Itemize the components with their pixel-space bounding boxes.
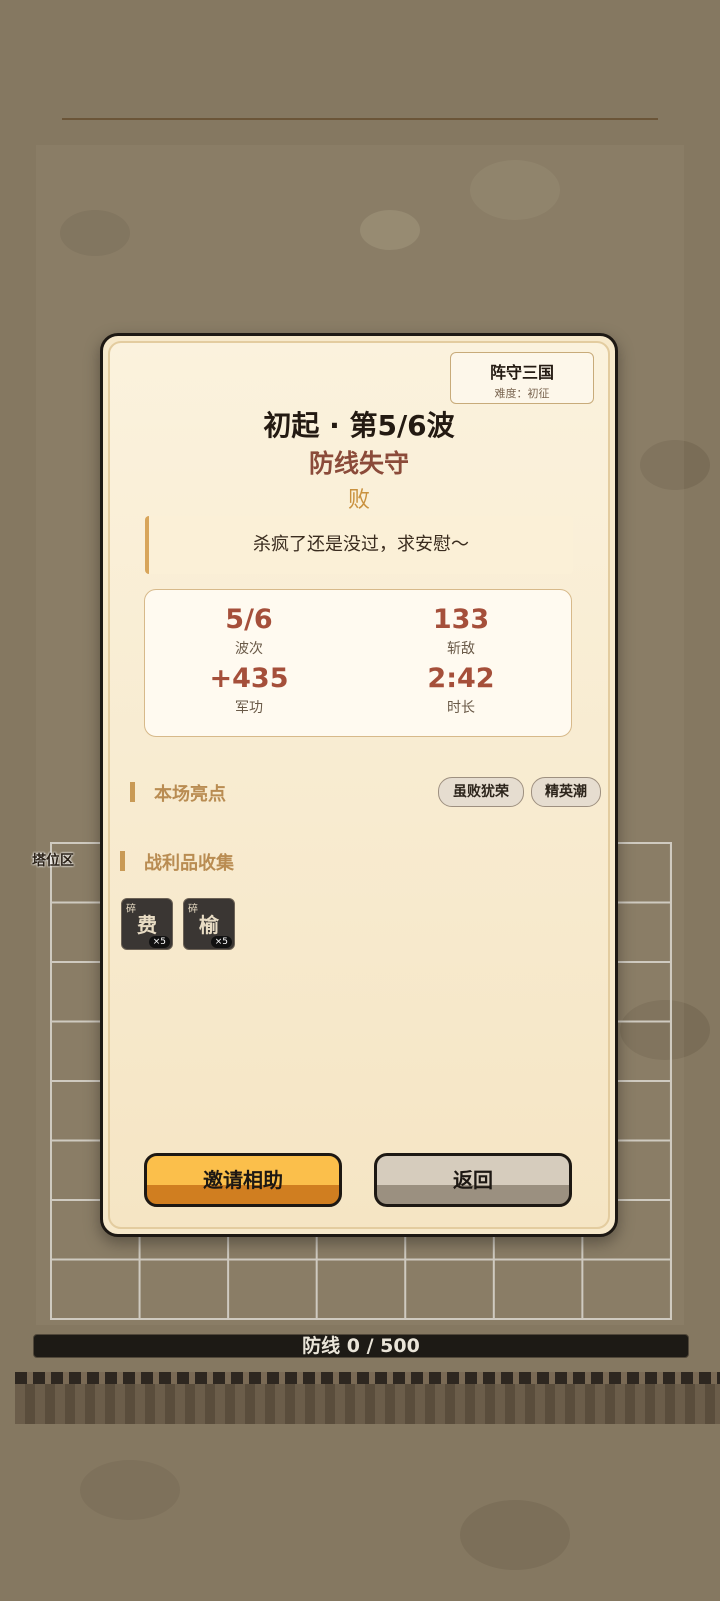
stat-label: 波次 — [235, 641, 263, 657]
loot-glyph: 费 — [137, 913, 157, 937]
stat-duration: 2:42 时长 — [361, 663, 561, 717]
game-badge: 阵守三国 难度：初征 — [450, 352, 594, 404]
stat-label: 时长 — [447, 700, 475, 716]
invite-button[interactable]: 邀请相助 — [144, 1153, 342, 1207]
result-subtitle: 防线失守 — [308, 449, 409, 478]
stat-merit: +435 军功 — [149, 663, 349, 717]
stat-wave: 5/6 波次 — [149, 604, 349, 658]
stat-kills: 133 斩敌 — [361, 604, 561, 658]
result-label: 败 — [347, 488, 370, 513]
city-wall-battlements — [15, 1372, 720, 1384]
stat-value: +435 — [209, 663, 289, 694]
highlights-heading: 本场亮点 — [130, 780, 226, 806]
back-button[interactable]: 返回 — [374, 1153, 572, 1207]
game-name: 阵守三国 — [489, 363, 554, 382]
stat-label: 军功 — [235, 700, 263, 716]
loot-count: ×5 — [210, 936, 232, 948]
highlight-tag: 精英潮 — [531, 777, 601, 807]
loot-heading: 战利品收集 — [120, 849, 234, 875]
defense-progress-bar: 防线 0 / 500 — [33, 1334, 689, 1358]
highlight-tag: 虽败犹荣 — [438, 777, 524, 807]
stat-value: 2:42 — [427, 663, 495, 694]
loot-count: ×5 — [148, 936, 170, 948]
stat-value: 133 — [432, 604, 490, 635]
tower-zone-label: 塔位区 — [32, 853, 74, 869]
stats-panel: 5/6 波次 133 斩敌 +435 军功 2:42 时长 — [144, 589, 572, 737]
loot-glyph: 榆 — [199, 913, 219, 937]
defense-progress-text: 防线 0 / 500 — [302, 1335, 420, 1357]
loot-item[interactable]: 碎 费 ×5 — [121, 898, 173, 950]
top-divider — [62, 118, 658, 120]
bg-blob — [80, 1460, 180, 1520]
stat-label: 斩敌 — [447, 641, 475, 657]
result-quote: 杀疯了还是没过，求安慰～ — [145, 516, 573, 574]
stage-title: 初起 · 第5/6波 — [263, 409, 455, 442]
bg-blob — [460, 1500, 570, 1570]
difficulty-label: 难度：初征 — [494, 387, 550, 400]
stat-value: 5/6 — [225, 604, 273, 635]
loot-item[interactable]: 碎 榆 ×5 — [183, 898, 235, 950]
